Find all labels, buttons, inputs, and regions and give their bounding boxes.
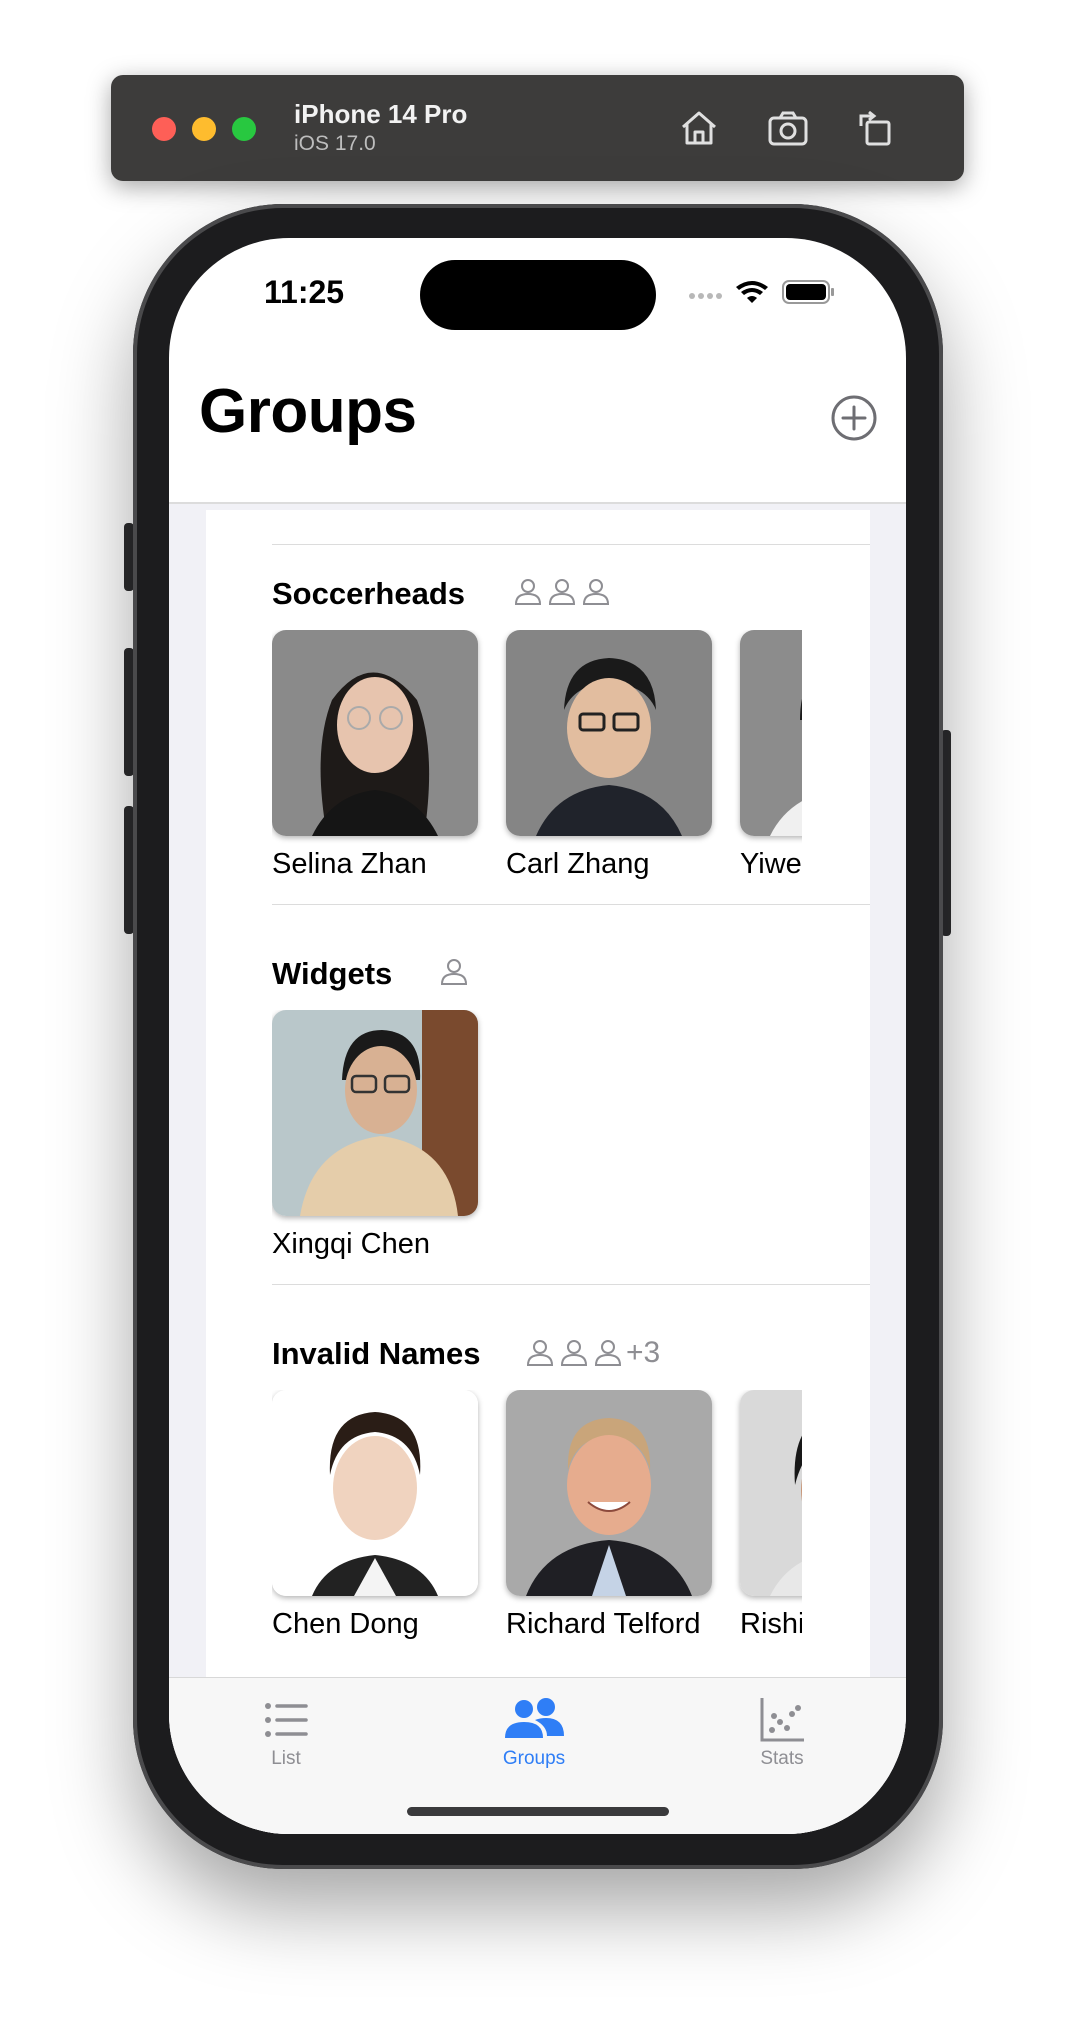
member-name: Selina Zhan [272, 848, 427, 880]
tab-groups[interactable]: Groups [474, 1688, 594, 1770]
minimize-window-button[interactable] [192, 117, 216, 141]
person-icon [594, 1340, 622, 1366]
member-carousel[interactable]: Xingqi Chen [272, 1010, 802, 1270]
close-window-button[interactable] [152, 117, 176, 141]
section-divider [272, 904, 870, 905]
tab-label: Groups [502, 1748, 566, 1769]
zoom-window-button[interactable] [232, 117, 256, 141]
groups-list[interactable]: Soccerheads Selina Zhan Carl Zhang Yiwe … [206, 510, 870, 1834]
member-count-icons [438, 956, 470, 988]
member-photo [272, 630, 478, 836]
rotate-icon[interactable] [849, 102, 901, 154]
cellular-signal-icon [689, 293, 722, 299]
member-name: Chen Dong [272, 1608, 419, 1640]
member-card[interactable]: Richard Telford [506, 1390, 712, 1641]
add-group-button[interactable] [830, 394, 878, 442]
home-icon[interactable] [673, 102, 725, 154]
section-divider [272, 1284, 870, 1285]
member-name: Rishi [740, 1608, 802, 1640]
scatter-chart-icon [760, 1698, 804, 1742]
person-2-icon [505, 1698, 564, 1738]
member-name: Richard Telford [506, 1608, 701, 1640]
wifi-icon [736, 281, 768, 303]
tab-bar: List Groups Stats [169, 1677, 906, 1834]
member-name: Yiwe [740, 848, 802, 880]
os-version: iOS 17.0 [294, 132, 376, 155]
dynamic-island [420, 260, 656, 330]
member-photo [740, 1390, 802, 1596]
phone-screen: 11:25 Groups Soccerheads Selina Zhan Car… [169, 238, 906, 1834]
member-card[interactable]: Yiwe [740, 630, 802, 881]
member-photo [506, 630, 712, 836]
group-name: Widgets [272, 956, 393, 991]
person-icon [582, 579, 610, 605]
member-count-icons: +3 [524, 1336, 660, 1370]
simulator-toolbar: iPhone 14 Pro iOS 17.0 [111, 75, 964, 181]
tab-label: List [271, 1748, 301, 1769]
device-name: iPhone 14 Pro [294, 99, 468, 129]
member-photo [506, 1390, 712, 1596]
person-icon [440, 959, 468, 985]
member-card[interactable]: Selina Zhan [272, 630, 478, 881]
group-name: Invalid Names [272, 1336, 481, 1371]
status-time: 11:25 [264, 274, 345, 310]
member-photo [740, 630, 802, 836]
member-card[interactable]: Rishi [740, 1390, 802, 1641]
person-icon [548, 579, 576, 605]
member-carousel[interactable]: Chen Dong Richard Telford Rishi [272, 1390, 802, 1650]
home-indicator[interactable] [407, 1807, 669, 1816]
tab-label: Stats [760, 1748, 804, 1769]
member-name: Xingqi Chen [272, 1228, 430, 1260]
person-icon [560, 1340, 588, 1366]
member-carousel[interactable]: Selina Zhan Carl Zhang Yiwe [272, 630, 802, 890]
group-name: Soccerheads [272, 576, 465, 611]
person-icon [514, 579, 542, 605]
member-card[interactable]: Chen Dong [272, 1390, 478, 1641]
person-icon [526, 1340, 554, 1366]
member-card[interactable]: Carl Zhang [506, 630, 712, 881]
plus-circle-icon [831, 395, 877, 441]
list-icon [265, 1703, 308, 1737]
extra-member-count: +3 [626, 1336, 661, 1369]
tab-stats[interactable]: Stats [722, 1688, 842, 1770]
member-photo [272, 1390, 478, 1596]
member-name: Carl Zhang [506, 848, 650, 880]
member-photo [272, 1010, 478, 1216]
status-icons [686, 276, 846, 310]
tab-list[interactable]: List [226, 1688, 346, 1770]
screenshot-icon[interactable] [762, 102, 814, 154]
member-card[interactable]: Xingqi Chen [272, 1010, 478, 1261]
member-count-icons [512, 576, 612, 608]
page-title: Groups [199, 377, 417, 446]
battery-icon [782, 280, 834, 304]
section-divider [272, 544, 870, 545]
